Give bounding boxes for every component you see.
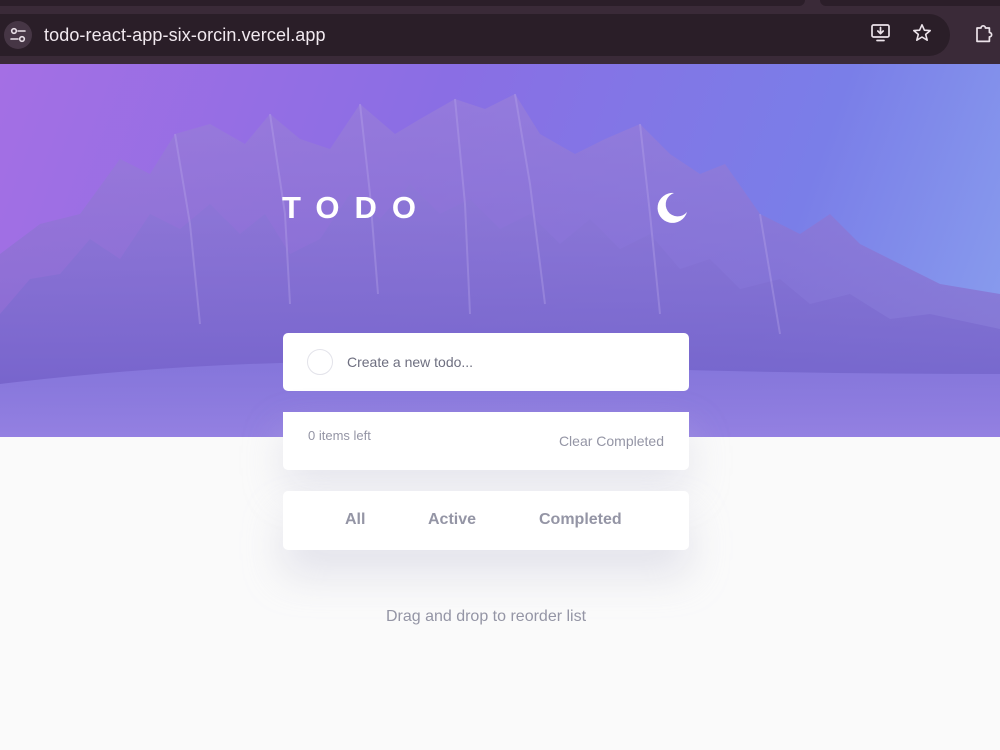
url-text[interactable]: todo-react-app-six-orcin.vercel.app <box>44 25 326 46</box>
clear-completed-button[interactable]: Clear Completed <box>559 433 664 449</box>
new-todo-check-circle[interactable] <box>307 349 333 375</box>
install-app-icon[interactable] <box>870 23 892 47</box>
browser-toolbar: todo-react-app-six-orcin.vercel.app <box>0 0 1000 64</box>
bookmark-star-icon[interactable] <box>912 23 932 47</box>
new-todo-input[interactable] <box>347 354 667 370</box>
tab-strip <box>0 0 805 6</box>
filters-bar: All Active Completed <box>283 491 689 550</box>
extensions-icon[interactable] <box>974 22 994 48</box>
address-bar[interactable]: todo-react-app-six-orcin.vercel.app <box>0 14 950 56</box>
filter-completed[interactable]: Completed <box>539 511 622 529</box>
moon-icon[interactable] <box>654 190 690 226</box>
filter-active[interactable]: Active <box>428 511 476 529</box>
site-settings-icon[interactable] <box>4 21 32 49</box>
filter-all[interactable]: All <box>345 511 365 529</box>
tab-strip-right <box>820 0 1000 6</box>
new-todo-card <box>283 333 689 391</box>
todo-list-footer: 0 items left Clear Completed <box>283 412 689 470</box>
app-title: TODO <box>282 190 431 225</box>
items-left-count: 0 items left <box>308 428 371 443</box>
drag-drop-hint: Drag and drop to reorder list <box>385 608 587 625</box>
